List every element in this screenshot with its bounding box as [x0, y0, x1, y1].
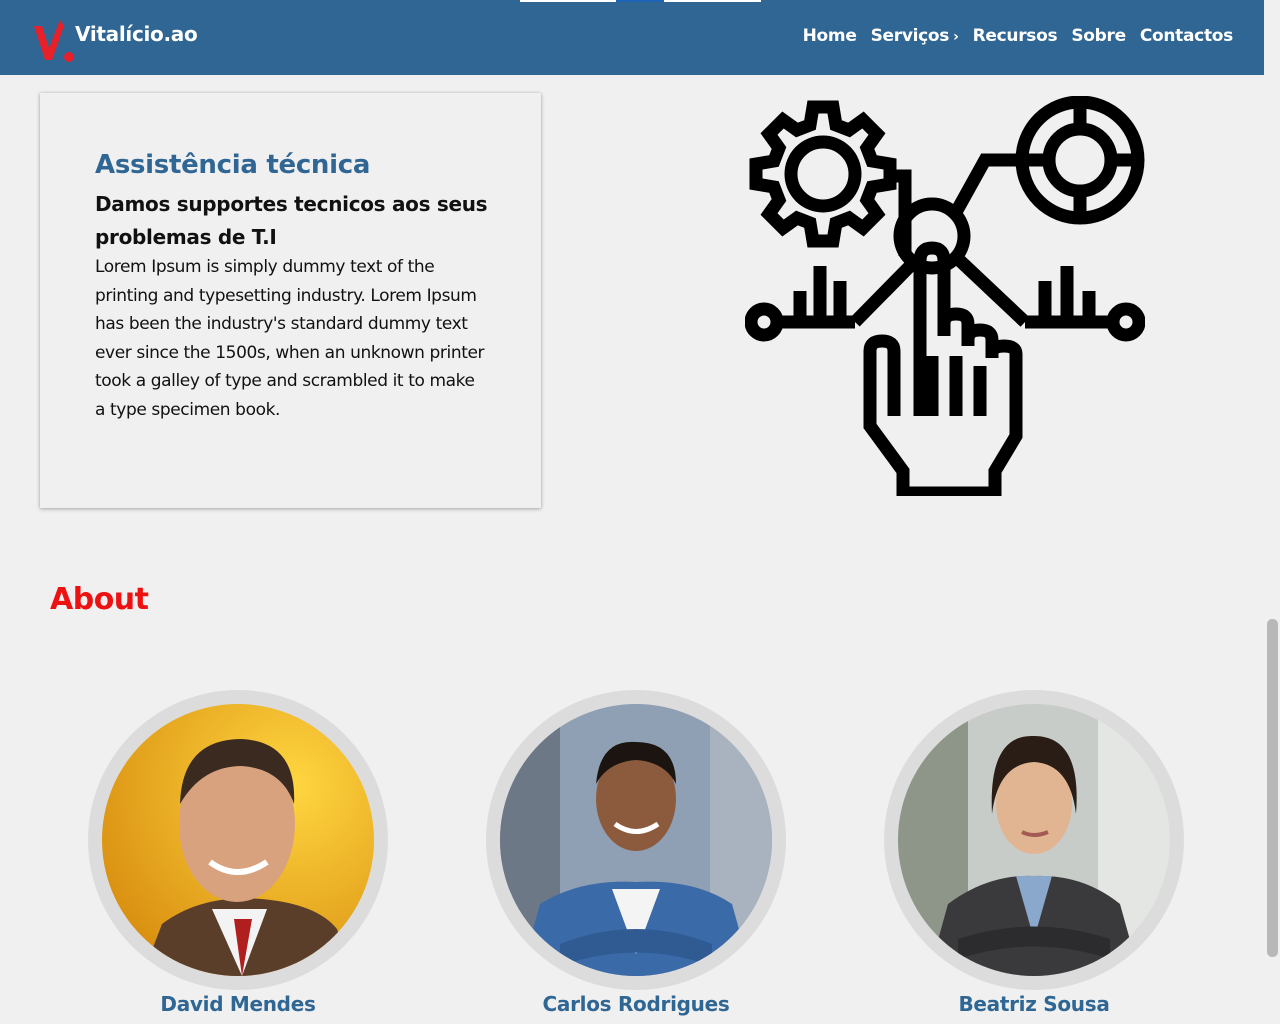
connector-right	[949, 153, 1022, 218]
logo-text[interactable]: Vitalício.ao	[75, 22, 198, 46]
service-card: Assistência técnica Damos supportes tecn…	[40, 93, 541, 508]
team-member-card: Beatriz Sousa	[884, 690, 1184, 1024]
tech-support-touch-icon	[745, 96, 1145, 496]
settings-ring-icon	[1015, 96, 1145, 225]
nav-servicos-label: Serviços	[870, 26, 950, 46]
avatar	[898, 704, 1170, 976]
team-member-name: David Mendes	[160, 992, 316, 1016]
service-subtitle: Damos supportes tecnicos aos seus proble…	[95, 192, 488, 249]
service-description: Lorem Ipsum is simply dummy text of the …	[95, 257, 485, 420]
team-member-card: David Mendes	[88, 690, 388, 1024]
avatar	[102, 704, 374, 976]
avatar	[500, 704, 772, 976]
bar-chart-right-icon	[950, 251, 1145, 342]
nav-contactos[interactable]: Contactos	[1140, 26, 1233, 46]
nav-sobre[interactable]: Sobre	[1071, 26, 1126, 46]
nav-recursos[interactable]: Recursos	[973, 26, 1058, 46]
scrollbar-thumb[interactable]	[1267, 619, 1278, 957]
team-member-name: Beatriz Sousa	[958, 992, 1110, 1016]
main-nav: Home Serviços › Recursos Sobre Contactos	[803, 26, 1234, 46]
scrollbar[interactable]	[1264, 0, 1280, 1024]
team-member-name: Carlos Rodrigues	[542, 992, 730, 1016]
about-heading: About	[50, 582, 149, 617]
nav-servicos[interactable]: Serviços ›	[871, 26, 959, 46]
team-member-card: Carlos Rodrigues	[486, 690, 786, 1024]
nav-home[interactable]: Home	[803, 26, 857, 46]
top-tab-indicator	[520, 0, 761, 2]
chevron-right-icon: ›	[953, 29, 959, 45]
logo-icon[interactable]	[32, 20, 76, 64]
gear-icon	[749, 100, 897, 248]
navbar: Vitalício.ao Home Serviços › Recursos Sob…	[0, 0, 1264, 75]
bar-chart-left-icon	[745, 256, 920, 342]
service-title: Assistência técnica	[95, 150, 371, 180]
